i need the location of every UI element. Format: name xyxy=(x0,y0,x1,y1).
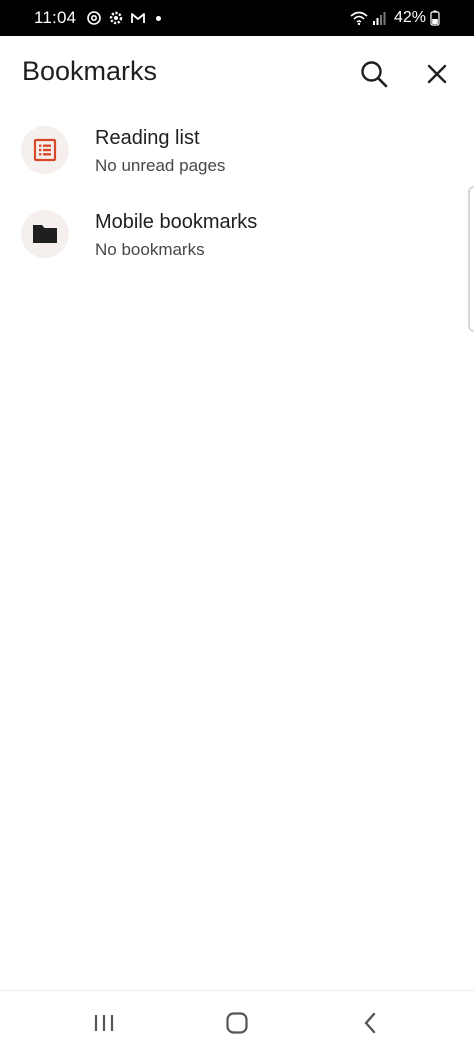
gmail-icon xyxy=(131,13,146,23)
page-title: Bookmarks xyxy=(22,56,158,86)
home-icon xyxy=(226,1012,248,1034)
reading-list-subtitle: No unread pages xyxy=(95,156,226,175)
back-icon xyxy=(364,1012,376,1034)
close-icon xyxy=(427,64,447,84)
battery-icon xyxy=(430,10,440,26)
wifi-icon xyxy=(350,11,368,26)
reading-list-icon-container xyxy=(21,126,69,174)
edge-panel-handle[interactable] xyxy=(468,186,474,332)
folder-icon xyxy=(33,225,57,243)
status-time: 11:04 xyxy=(34,8,77,27)
close-button[interactable] xyxy=(417,54,457,94)
reading-list-title: Reading list xyxy=(95,127,200,149)
search-button[interactable] xyxy=(354,54,394,94)
reading-list-icon xyxy=(33,138,57,162)
navigation-bar xyxy=(0,990,474,1054)
status-right: 42% xyxy=(350,0,440,36)
notification-dot xyxy=(156,15,162,21)
recents-icon xyxy=(94,1015,114,1031)
mobile-bookmarks-title: Mobile bookmarks xyxy=(95,211,258,233)
status-left: 11:04 xyxy=(34,0,162,36)
mobile-bookmarks-subtitle: No bookmarks xyxy=(95,240,205,259)
folder-icon-container xyxy=(21,210,69,258)
back-button[interactable] xyxy=(350,1005,390,1041)
recents-button[interactable] xyxy=(84,1005,124,1041)
battery-percent: 42% xyxy=(393,9,426,26)
list-item-reading-list[interactable]: Reading list No unread pages xyxy=(0,111,474,191)
app-header: Bookmarks xyxy=(0,36,474,110)
search-icon xyxy=(361,61,388,88)
home-button[interactable] xyxy=(217,1005,257,1041)
settings-gear-icon xyxy=(110,11,123,25)
sync-icon xyxy=(87,11,102,25)
signal-icon xyxy=(372,12,386,25)
status-bar: 11:04 42% xyxy=(0,0,474,36)
list-item-mobile-bookmarks[interactable]: Mobile bookmarks No bookmarks xyxy=(0,195,474,275)
